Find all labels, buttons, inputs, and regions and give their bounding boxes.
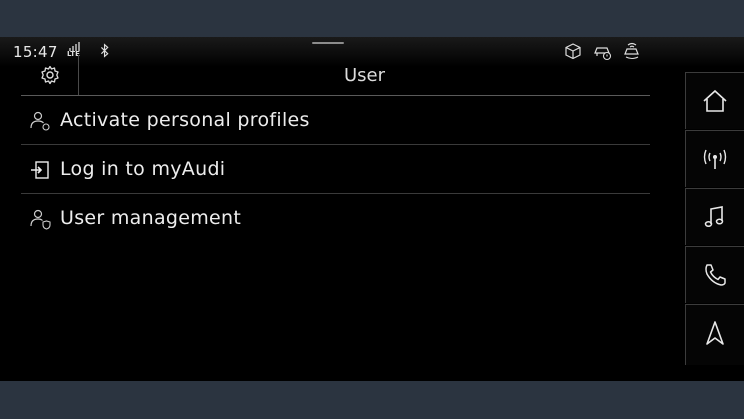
menu-item-label: Log in to myAudi xyxy=(60,158,226,180)
login-icon xyxy=(29,159,51,181)
user-menu-panel: User Activate personal profiles Log in t… xyxy=(21,55,650,242)
rail-media-button[interactable] xyxy=(685,188,744,245)
music-icon xyxy=(704,206,724,228)
rail-navigation-button[interactable] xyxy=(685,304,744,365)
settings-button[interactable] xyxy=(21,55,79,95)
menu-header: User xyxy=(21,55,650,96)
rail-phone-button[interactable] xyxy=(685,246,744,303)
phone-icon xyxy=(705,264,726,286)
menu-item-label: Activate personal profiles xyxy=(60,109,310,131)
nav-rail xyxy=(685,72,744,367)
page-title: User xyxy=(343,65,386,86)
menu-item-label: User management xyxy=(60,207,242,229)
radio-icon xyxy=(703,149,727,169)
home-icon xyxy=(703,89,727,112)
user-shield-icon xyxy=(29,208,51,230)
menu-item-login-myaudi[interactable]: Log in to myAudi xyxy=(21,145,650,194)
user-profile-icon xyxy=(29,110,51,132)
menu-item-activate-profiles[interactable]: Activate personal profiles xyxy=(21,96,650,145)
gear-icon xyxy=(41,65,59,85)
drag-handle[interactable] xyxy=(312,42,344,44)
rail-home-button[interactable] xyxy=(685,72,744,129)
menu-item-user-management[interactable]: User management xyxy=(21,194,650,242)
rail-radio-button[interactable] xyxy=(685,130,744,187)
navigation-icon xyxy=(706,321,724,345)
